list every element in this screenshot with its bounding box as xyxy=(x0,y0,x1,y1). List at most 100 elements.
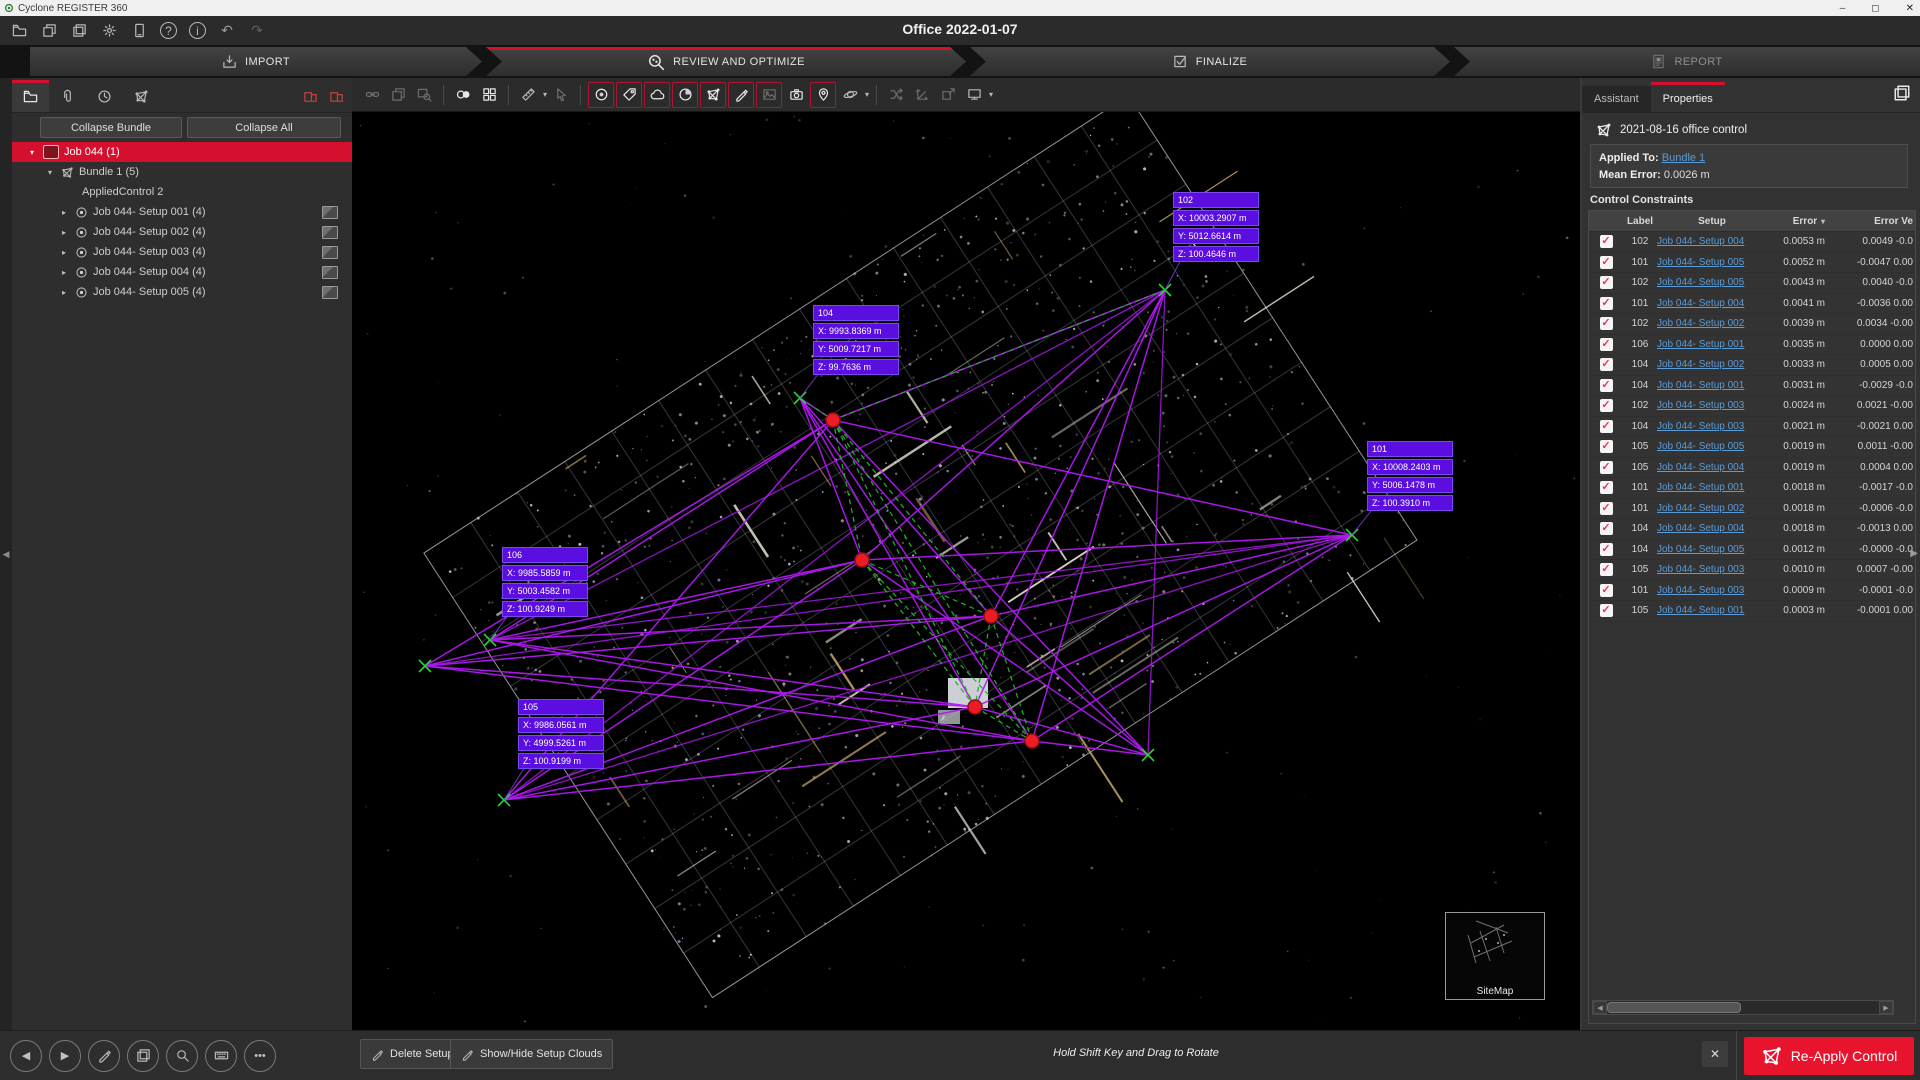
constraint-setup-link[interactable]: Job 044- Setup 003 xyxy=(1657,585,1767,596)
orbit-tool-icon[interactable] xyxy=(838,83,862,107)
constraint-setup-link[interactable]: Job 044- Setup 003 xyxy=(1657,400,1767,411)
constraint-checkbox[interactable]: ✓ xyxy=(1600,379,1613,392)
constraint-row[interactable]: ✓ 101 Job 044- Setup 003 0.0009 m -0.000… xyxy=(1589,581,1915,602)
constraint-setup-link[interactable]: Job 044- Setup 001 xyxy=(1657,482,1767,493)
grid-view-icon[interactable] xyxy=(477,83,501,107)
reapply-control-button[interactable]: Re-Apply Control xyxy=(1744,1037,1914,1075)
constraint-setup-link[interactable]: Job 044- Setup 005 xyxy=(1657,544,1767,555)
setup-image-icon[interactable] xyxy=(322,226,338,239)
screen-dropdown-caret[interactable]: ▾ xyxy=(989,90,993,99)
constraint-row[interactable]: ✓ 104 Job 044- Setup 002 0.0033 m 0.0005… xyxy=(1589,355,1915,376)
expand-caret-icon[interactable]: ▸ xyxy=(58,288,70,297)
constraint-checkbox[interactable]: ✓ xyxy=(1600,297,1613,310)
constraint-row[interactable]: ✓ 105 Job 044- Setup 003 0.0010 m 0.0007… xyxy=(1589,560,1915,581)
constraint-setup-link[interactable]: Job 044- Setup 003 xyxy=(1657,421,1767,432)
tree-setup-item[interactable]: ▸ Job 044- Setup 004 (4) xyxy=(12,262,352,282)
tree-setup-item[interactable]: ▸ Job 044- Setup 002 (4) xyxy=(12,222,352,242)
tree-applied-control-item[interactable]: AppliedControl 2 xyxy=(12,182,352,202)
constraint-checkbox[interactable]: ✓ xyxy=(1600,358,1613,371)
annotate-pen-toggle-icon[interactable] xyxy=(728,82,754,108)
zoom-window-icon[interactable] xyxy=(412,83,436,107)
tab-report[interactable]: REPORT xyxy=(1454,47,1920,76)
tab-project-explorer[interactable] xyxy=(12,80,49,112)
forward-button[interactable]: ▶ xyxy=(49,1040,81,1072)
constraint-row[interactable]: ✓ 102 Job 044- Setup 005 0.0043 m 0.0040… xyxy=(1589,273,1915,294)
constraint-setup-link[interactable]: Job 044- Setup 004 xyxy=(1657,523,1767,534)
show-setups-toggle-icon[interactable] xyxy=(588,82,614,108)
tree-bundle-item[interactable]: ▾ Bundle 1 (5) xyxy=(12,162,352,182)
select-cursor-icon[interactable] xyxy=(549,83,573,107)
constraint-checkbox[interactable]: ✓ xyxy=(1600,584,1613,597)
constraint-checkbox[interactable]: ✓ xyxy=(1600,420,1613,433)
measure-dropdown-caret[interactable]: ▾ xyxy=(543,90,547,99)
tab-properties[interactable]: Properties xyxy=(1651,86,1725,112)
orbit-dropdown-caret[interactable]: ▾ xyxy=(865,90,869,99)
pointcloud-viewport[interactable]: 102 X: 10003.2907 m Y: 5012.6614 m Z: 10… xyxy=(352,112,1580,1030)
export-image-icon[interactable] xyxy=(936,83,960,107)
col-setup[interactable]: Setup xyxy=(1657,216,1767,227)
constraint-setup-link[interactable]: Job 044- Setup 005 xyxy=(1657,257,1767,268)
constraint-setup-link[interactable]: Job 044- Setup 002 xyxy=(1657,503,1767,514)
constraint-row[interactable]: ✓ 101 Job 044- Setup 004 0.0041 m -0.003… xyxy=(1589,294,1915,315)
close-icon[interactable]: ✕ xyxy=(1906,3,1914,14)
constraint-checkbox[interactable]: ✓ xyxy=(1600,563,1613,576)
expand-caret-icon[interactable]: ▸ xyxy=(58,248,70,257)
constraint-row[interactable]: ✓ 104 Job 044- Setup 005 0.0012 m -0.000… xyxy=(1589,540,1915,561)
constraint-checkbox[interactable]: ✓ xyxy=(1600,481,1613,494)
constraint-setup-link[interactable]: Job 044- Setup 005 xyxy=(1657,441,1767,452)
constraint-row[interactable]: ✓ 104 Job 044- Setup 003 0.0021 m -0.002… xyxy=(1589,417,1915,438)
camera-icon[interactable] xyxy=(784,83,808,107)
constraint-checkbox[interactable]: ✓ xyxy=(1600,461,1613,474)
tree-job-item[interactable]: ▾ Job 044 (1) xyxy=(12,142,352,162)
geotag-pin-toggle-icon[interactable] xyxy=(810,82,836,108)
maximize-icon[interactable]: ◻ xyxy=(1871,3,1879,14)
constraint-setup-link[interactable]: Job 044- Setup 001 xyxy=(1657,339,1767,350)
expand-caret-icon[interactable]: ▸ xyxy=(58,268,70,277)
constraint-checkbox[interactable]: ✓ xyxy=(1600,317,1613,330)
constraint-checkbox[interactable]: ✓ xyxy=(1600,522,1613,535)
tab-import[interactable]: IMPORT xyxy=(30,47,482,76)
constraint-row[interactable]: ✓ 102 Job 044- Setup 004 0.0053 m 0.0049… xyxy=(1589,232,1915,253)
setup-image-icon[interactable] xyxy=(322,206,338,219)
collapse-bundle-button[interactable]: Collapse Bundle xyxy=(40,117,182,138)
show-links-toggle-icon[interactable] xyxy=(700,82,726,108)
screen-view-icon[interactable] xyxy=(962,83,986,107)
sitemap-thumbnail[interactable]: SiteMap xyxy=(1445,912,1545,1000)
undock-panel-icon[interactable] xyxy=(1890,81,1914,105)
constraint-checkbox[interactable]: ✓ xyxy=(1600,399,1613,412)
constraint-row[interactable]: ✓ 104 Job 044- Setup 004 0.0018 m -0.001… xyxy=(1589,519,1915,540)
expand-caret-icon[interactable]: ▾ xyxy=(44,168,56,177)
back-button[interactable]: ◀ xyxy=(10,1040,42,1072)
tab-links[interactable] xyxy=(49,80,86,112)
scroll-left-arrow[interactable]: ◀ xyxy=(1593,1001,1607,1014)
constraint-checkbox[interactable]: ✓ xyxy=(1600,543,1613,556)
constraint-checkbox[interactable]: ✓ xyxy=(1600,440,1613,453)
edit-pencil-button[interactable] xyxy=(88,1040,120,1072)
scrollbar-thumb[interactable] xyxy=(1607,1002,1741,1013)
tree-setup-item[interactable]: ▸ Job 044- Setup 005 (4) xyxy=(12,282,352,302)
setup-image-icon[interactable] xyxy=(322,246,338,259)
dock-panel-right-icon[interactable] xyxy=(326,86,346,106)
constraint-row[interactable]: ✓ 104 Job 044- Setup 001 0.0031 m -0.002… xyxy=(1589,376,1915,397)
tree-setup-item[interactable]: ▸ Job 044- Setup 003 (4) xyxy=(12,242,352,262)
cloud-overlap-icon[interactable] xyxy=(451,83,475,107)
close-bar-icon[interactable]: ✕ xyxy=(1702,1041,1728,1067)
constraint-row[interactable]: ✓ 102 Job 044- Setup 003 0.0024 m 0.0021… xyxy=(1589,396,1915,417)
applied-to-link[interactable]: Bundle 1 xyxy=(1662,152,1705,164)
tab-assistant[interactable]: Assistant xyxy=(1582,86,1651,112)
col-error-vector[interactable]: Error Ve xyxy=(1831,216,1913,227)
expand-caret-icon[interactable]: ▸ xyxy=(58,208,70,217)
dock-panel-left-icon[interactable] xyxy=(300,86,320,106)
collapse-all-button[interactable]: Collapse All xyxy=(187,117,341,138)
table-scroll-right-icon[interactable]: ▶ xyxy=(1910,548,1918,559)
axes-tool-icon[interactable] xyxy=(910,83,934,107)
constraint-setup-link[interactable]: Job 044- Setup 004 xyxy=(1657,298,1767,309)
constraint-checkbox[interactable]: ✓ xyxy=(1600,276,1613,289)
scroll-right-arrow[interactable]: ▶ xyxy=(1879,1001,1893,1014)
constraint-row[interactable]: ✓ 106 Job 044- Setup 001 0.0035 m 0.0000… xyxy=(1589,335,1915,356)
duplicate-button[interactable] xyxy=(127,1040,159,1072)
keyboard-button[interactable] xyxy=(205,1040,237,1072)
constraint-setup-link[interactable]: Job 044- Setup 003 xyxy=(1657,564,1767,575)
col-label[interactable]: Label xyxy=(1623,216,1657,227)
constraint-checkbox[interactable]: ✓ xyxy=(1600,256,1613,269)
